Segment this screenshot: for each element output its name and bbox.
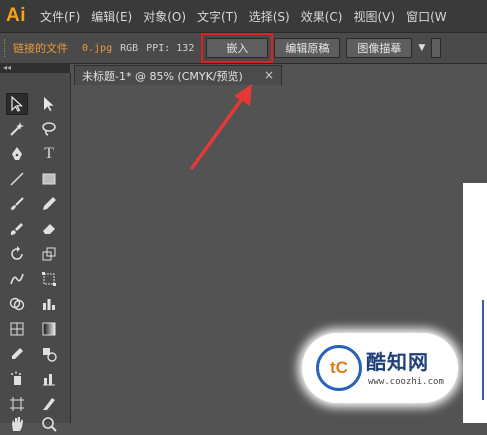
file-name[interactable]: 0.jpg xyxy=(82,43,112,54)
control-bar: 链接的文件 0.jpg RGB PPI: 132 嵌入 编辑原稿 图像描摹 ▼ xyxy=(0,32,487,64)
free-transform-tool-icon[interactable] xyxy=(38,268,60,290)
artboard-selection-edge xyxy=(482,300,484,400)
menu-type[interactable]: 文字(T) xyxy=(197,8,238,25)
watermark-url: www.coozhi.com xyxy=(368,377,444,387)
annotation-arrow-icon xyxy=(190,84,252,170)
menu-object[interactable]: 对象(O) xyxy=(143,8,186,25)
watermark-name: 酷知网 xyxy=(366,350,429,374)
tools-panel: T xyxy=(0,73,71,432)
direct-selection-tool-icon[interactable] xyxy=(38,93,60,115)
embed-button[interactable]: 嵌入 xyxy=(201,33,274,63)
gradient-tool-icon[interactable] xyxy=(38,318,60,340)
paintbrush-tool-icon[interactable] xyxy=(6,193,28,215)
symbol-sprayer-tool-icon[interactable] xyxy=(6,368,28,390)
overflow-button[interactable] xyxy=(431,38,442,58)
hand-tool-icon[interactable] xyxy=(6,413,28,435)
control-bar-grip[interactable] xyxy=(4,39,7,57)
line-segment-tool-icon[interactable] xyxy=(6,168,28,190)
shape-builder-tool-icon[interactable] xyxy=(6,293,28,315)
bar-graph-tool-icon[interactable] xyxy=(38,368,60,390)
blend-tool-icon[interactable] xyxy=(38,343,60,365)
warp-tool-icon[interactable] xyxy=(6,268,28,290)
edit-original-button[interactable]: 编辑原稿 xyxy=(274,38,341,58)
selection-tool-icon[interactable] xyxy=(6,93,28,115)
collapse-icon[interactable]: ◂◂ xyxy=(3,63,11,72)
lasso-tool-icon[interactable] xyxy=(38,118,60,140)
app-logo: Ai xyxy=(6,5,26,26)
watermark-logo-text: tC xyxy=(330,358,348,377)
ppi-value: PPI: 132 xyxy=(146,42,195,54)
scale-tool-icon[interactable] xyxy=(38,243,60,265)
pen-tool-icon[interactable] xyxy=(6,143,28,165)
image-trace-button[interactable]: 图像描摹 xyxy=(346,38,413,58)
artboard-tool-icon[interactable] xyxy=(6,393,28,415)
blob-brush-tool-icon[interactable] xyxy=(6,218,28,240)
eraser-tool-icon[interactable] xyxy=(38,218,60,240)
color-mode: RGB xyxy=(120,42,139,54)
menu-effect[interactable]: 效果(C) xyxy=(301,8,343,25)
menu-view[interactable]: 视图(V) xyxy=(353,8,395,25)
menu-window[interactable]: 窗口(W xyxy=(406,8,447,25)
menu-file[interactable]: 文件(F) xyxy=(40,8,80,25)
linked-file-label[interactable]: 链接的文件 xyxy=(13,40,68,56)
menu-edit[interactable]: 编辑(E) xyxy=(91,8,132,25)
column-graph-tool-icon[interactable] xyxy=(38,293,60,315)
menu-select[interactable]: 选择(S) xyxy=(249,8,290,25)
zoom-tool-icon[interactable] xyxy=(38,413,60,435)
magic-wand-tool-icon[interactable] xyxy=(6,118,28,140)
tools-panel-header[interactable]: ◂◂ xyxy=(0,63,70,73)
image-trace-dropdown-icon[interactable]: ▼ xyxy=(418,43,425,53)
watermark: tC 酷知网 www.coozhi.com xyxy=(302,333,458,403)
eyedropper-tool-icon[interactable] xyxy=(6,343,28,365)
rectangle-tool-icon[interactable] xyxy=(38,168,60,190)
menu-bar: Ai 文件(F) 编辑(E) 对象(O) 文字(T) 选择(S) 效果(C) 视… xyxy=(0,0,487,32)
watermark-logo-icon: tC xyxy=(316,345,362,391)
mesh-tool-icon[interactable] xyxy=(6,318,28,340)
pencil-tool-icon[interactable] xyxy=(38,193,60,215)
rotate-tool-icon[interactable] xyxy=(6,243,28,265)
type-tool-icon[interactable]: T xyxy=(38,143,60,165)
slice-tool-icon[interactable] xyxy=(38,393,60,415)
